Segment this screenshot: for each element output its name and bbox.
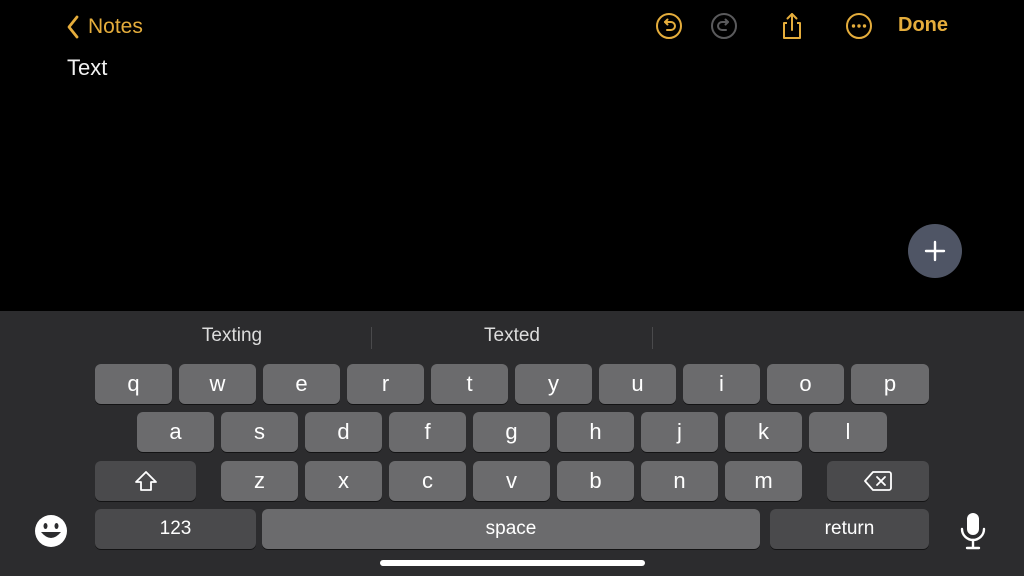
key-y[interactable]: y <box>515 364 592 404</box>
microphone-icon <box>960 513 986 550</box>
key-b[interactable]: b <box>557 461 634 501</box>
key-k[interactable]: k <box>725 412 802 452</box>
delete-key[interactable] <box>827 461 929 501</box>
suggestion-item[interactable]: Texting <box>92 325 372 347</box>
emoji-icon <box>35 515 67 547</box>
key-f[interactable]: f <box>389 412 466 452</box>
share-button[interactable] <box>777 11 807 41</box>
key-g[interactable]: g <box>473 412 550 452</box>
key-p[interactable]: p <box>851 364 929 404</box>
key-s[interactable]: s <box>221 412 298 452</box>
suggestion-item[interactable]: Texted <box>372 325 652 347</box>
shift-key[interactable] <box>95 461 196 501</box>
dictation-button[interactable] <box>958 511 988 551</box>
home-indicator[interactable] <box>380 560 645 566</box>
undo-button[interactable] <box>654 11 684 41</box>
suggestion-bar: Texting Texted <box>0 311 1024 363</box>
more-button[interactable] <box>844 11 874 41</box>
redo-icon <box>711 13 737 39</box>
return-key[interactable]: return <box>770 509 929 549</box>
undo-icon <box>656 13 682 39</box>
key-i[interactable]: i <box>683 364 760 404</box>
key-e[interactable]: e <box>263 364 340 404</box>
key-t[interactable]: t <box>431 364 508 404</box>
key-n[interactable]: n <box>641 461 718 501</box>
space-key[interactable]: space <box>262 509 760 549</box>
note-text[interactable]: Text <box>67 55 107 81</box>
key-u[interactable]: u <box>599 364 676 404</box>
more-icon <box>846 13 872 39</box>
key-m[interactable]: m <box>725 461 802 501</box>
share-icon <box>783 13 801 39</box>
key-j[interactable]: j <box>641 412 718 452</box>
key-c[interactable]: c <box>389 461 466 501</box>
back-label: Notes <box>88 15 143 38</box>
redo-button[interactable] <box>709 11 739 41</box>
back-button[interactable]: Notes <box>66 12 143 42</box>
done-button[interactable]: Done <box>898 14 948 37</box>
key-o[interactable]: o <box>767 364 844 404</box>
add-button[interactable] <box>908 224 962 278</box>
numbers-key[interactable]: 123 <box>95 509 256 549</box>
chevron-left-icon <box>67 15 79 39</box>
key-r[interactable]: r <box>347 364 424 404</box>
key-v[interactable]: v <box>473 461 550 501</box>
emoji-button[interactable] <box>33 513 69 549</box>
key-w[interactable]: w <box>179 364 256 404</box>
key-a[interactable]: a <box>137 412 214 452</box>
plus-icon <box>924 240 946 262</box>
key-h[interactable]: h <box>557 412 634 452</box>
key-z[interactable]: z <box>221 461 298 501</box>
delete-icon <box>864 471 892 491</box>
shift-icon <box>134 471 157 491</box>
toolbar: Notes Done <box>0 0 1024 54</box>
key-q[interactable]: q <box>95 364 172 404</box>
key-l[interactable]: l <box>809 412 887 452</box>
key-x[interactable]: x <box>305 461 382 501</box>
suggestion-divider <box>652 327 653 349</box>
key-d[interactable]: d <box>305 412 382 452</box>
